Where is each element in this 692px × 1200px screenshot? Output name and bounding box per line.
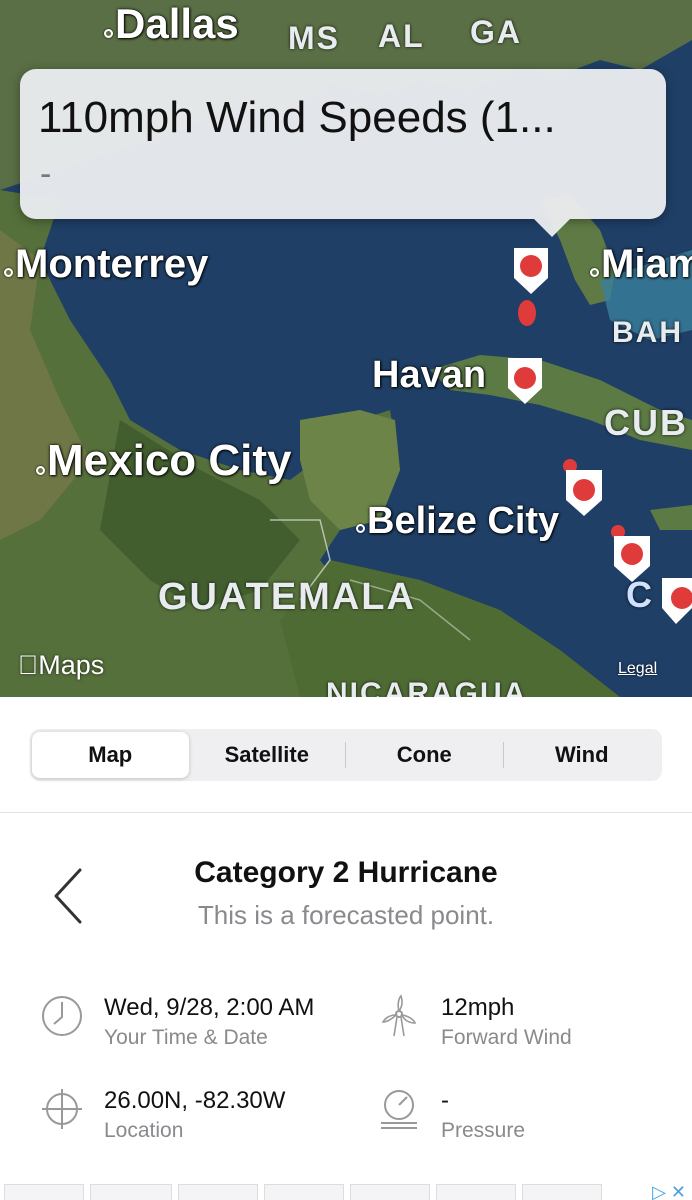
ad-tile[interactable] [264,1184,344,1200]
city-dot-icon [104,29,113,38]
city-dot-icon [36,466,45,475]
ad-choices-icon[interactable]: ▷ ✕ [652,1182,686,1200]
ad-tile[interactable] [178,1184,258,1200]
apple-maps-logo: Maps [18,650,104,680]
hurricane-marker-icon[interactable] [504,354,546,406]
forecast-note: This is a forecasted point. [197,900,495,930]
storm-category-title: Category 2 Hurricane [194,856,498,889]
region-label-ms: MS [288,20,340,56]
hurricane-marker-icon[interactable] [558,458,608,520]
forecast-point-details: Category 2 Hurricane This is a forecaste… [0,814,692,1184]
barometer-icon [381,1090,417,1129]
city-label-mexico-city: Mexico City [36,436,292,486]
tab-satellite[interactable]: Satellite [189,732,346,778]
city-label-monterrey: Monterrey [4,242,208,287]
location-value: 26.00N, -82.30W [104,1087,286,1114]
city-dot-icon [4,268,13,277]
legal-link[interactable]: Legal [618,660,657,678]
ad-tile[interactable] [436,1184,516,1200]
city-label-miami: Miam [590,242,692,287]
region-label-guatemala: GUATEMALA [158,576,416,618]
tab-wind[interactable]: Wind [504,732,661,778]
ad-banner[interactable]: ▷ ✕ [0,1182,692,1200]
hurricane-map[interactable]: MS AL GA BAH CUB GUATEMALA NICARAGUA C D… [0,0,692,697]
wind-turbine-icon [381,994,417,1037]
region-label-ga: GA [470,14,522,50]
location-label: Location [104,1119,184,1142]
callout-title: 110mph Wind Speeds (1... [38,93,556,142]
region-label-nicaragua: NICARAGUA [326,677,528,697]
pressure-label: Pressure [441,1119,526,1142]
callout-subtitle: - [40,155,52,193]
city-dot-icon [356,524,365,533]
clock-icon [42,996,82,1036]
tab-map[interactable]: Map [32,732,189,778]
datetime-label: Your Time & Date [104,1026,268,1049]
track-point-icon[interactable] [516,298,538,328]
hurricane-marker-icon[interactable] [660,574,692,626]
map-callout[interactable]: 110mph Wind Speeds (1... - [20,69,666,237]
city-label-havana: Havan [372,354,487,396]
region-label-bahamas: BAH [612,316,683,349]
crosshair-icon [42,1089,82,1129]
region-label-al: AL [378,18,425,54]
ad-tile[interactable] [4,1184,84,1200]
forward-wind-label: Forward Wind [441,1026,572,1049]
city-label-dallas: Dallas [104,0,239,48]
map-type-segmented-control: Map Satellite Cone Wind [30,729,662,781]
ad-tile[interactable] [350,1184,430,1200]
forward-wind-value: 12mph [441,994,515,1021]
tab-cone[interactable]: Cone [346,732,503,778]
hurricane-marker-icon[interactable] [606,524,656,586]
datetime-value: Wed, 9/28, 2:00 AM [104,994,315,1021]
city-label-belize-city: Belize City [356,500,559,543]
ad-tile[interactable] [522,1184,602,1200]
hurricane-marker-icon[interactable] [510,244,552,296]
map-type-bar: Map Satellite Cone Wind [0,697,692,813]
region-label-cuba: CUB [604,402,688,443]
pressure-value: - [441,1087,449,1114]
ad-tile[interactable] [90,1184,172,1200]
city-dot-icon [590,268,599,277]
apple-logo-icon:  [18,650,38,680]
